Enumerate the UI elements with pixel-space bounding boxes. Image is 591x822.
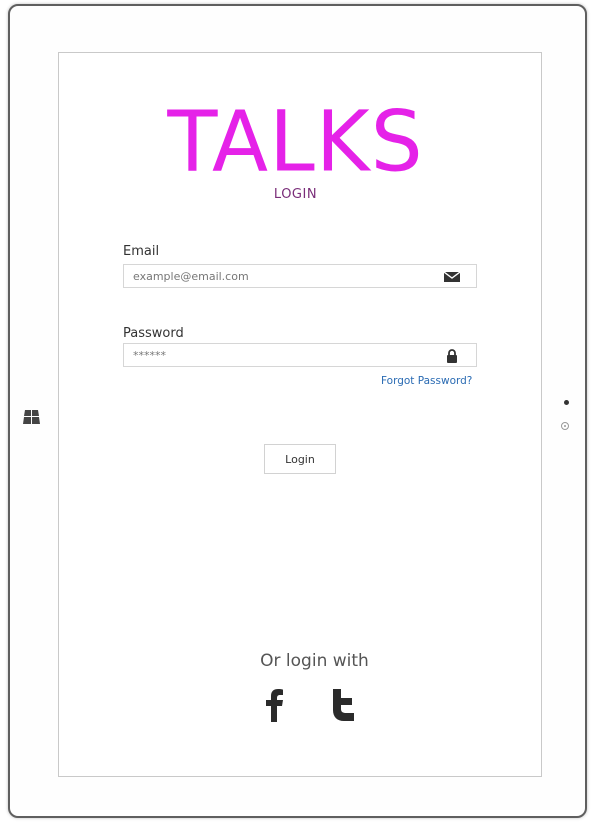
email-field-container [123, 264, 477, 288]
email-label: Email [123, 244, 160, 259]
windows-home-icon[interactable] [23, 409, 40, 425]
login-button[interactable]: Login [264, 444, 336, 474]
power-button-icon[interactable] [564, 400, 569, 405]
app-logo: TALKS [167, 94, 424, 191]
password-field[interactable] [124, 344, 433, 367]
lock-icon [447, 349, 457, 363]
envelope-icon [444, 271, 460, 282]
social-login-prompt: Or login with [260, 651, 369, 671]
twitter-icon[interactable] [330, 688, 358, 722]
facebook-icon[interactable] [262, 688, 290, 722]
page-title: LOGIN [273, 187, 318, 202]
camera-icon [561, 422, 569, 430]
email-field[interactable] [124, 265, 433, 288]
password-field-container [123, 343, 477, 367]
forgot-password-link[interactable]: Forgot Password? [381, 375, 472, 387]
password-label: Password [123, 326, 184, 341]
